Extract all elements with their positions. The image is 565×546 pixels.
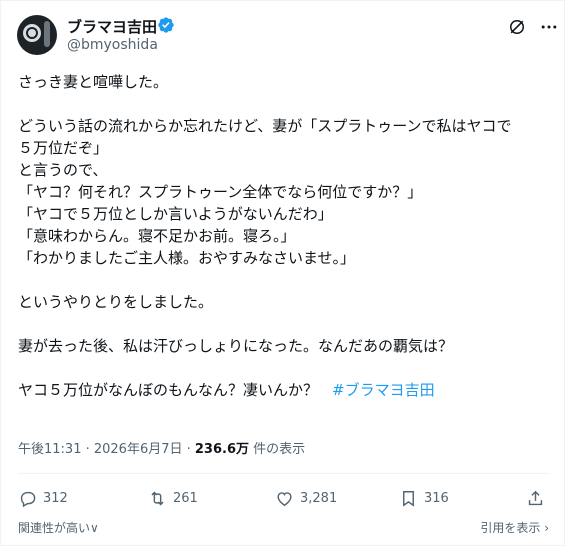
tweet-line: 妻が去った後、私は汗びっしょりになった。なんだあの覇気は？	[18, 337, 454, 355]
tweet-card: ブラマヨ吉田 @bmyoshida さっき妻と喧嘩した。 どういう話の流れからか…	[0, 0, 565, 546]
like-icon	[277, 491, 292, 506]
tweet-meta: 午後11:31 · 2026年6月7日 · 236.6万 件の表示	[18, 438, 305, 457]
tweet-line: ヤコ５万位がなんぼのもんなん？凄いんか？	[18, 381, 319, 399]
bookmark-icon	[403, 490, 414, 507]
avatar[interactable]	[17, 15, 57, 55]
view-quotes-link[interactable]: 引用を表示 ›	[480, 519, 549, 536]
share-icon	[528, 490, 543, 505]
reply-count: 312	[43, 490, 68, 506]
views-count: 236.6万	[194, 442, 250, 457]
share-button[interactable]	[526, 487, 551, 509]
bookmark-button[interactable]: 316	[399, 487, 449, 509]
action-bar: 312 261 3,281 316	[18, 487, 549, 509]
tweet-line: と言うので、	[18, 161, 108, 179]
tweet-line: ５万位だぞ」	[18, 139, 109, 157]
views-suffix: 件の表示	[249, 442, 306, 457]
tweet-line: どういう話の流れからか忘れたけど、妻が「スプラトゥーンで私はヤコで	[18, 117, 512, 135]
reply-button[interactable]: 312	[18, 487, 68, 509]
grok-icon[interactable]	[507, 17, 527, 37]
reply-footer: 関連性が高い∨ 引用を表示 ›	[18, 519, 549, 539]
repost-button[interactable]: 261	[148, 487, 198, 509]
bookmark-count: 316	[424, 490, 449, 506]
tweet-line: というやりとりをしました。	[18, 293, 214, 311]
divider	[18, 473, 549, 474]
display-name[interactable]: ブラマヨ吉田	[67, 16, 157, 37]
reply-icon	[20, 491, 36, 507]
avatar-detail	[44, 21, 50, 47]
like-count: 3,281	[300, 490, 338, 506]
tweet-text: さっき妻と喧嘩した。 どういう話の流れからか忘れたけど、妻が「スプラトゥーンで私…	[18, 71, 550, 401]
tweet-line: 「意味わからん。寝不足かお前。寝ろ。」	[18, 227, 296, 245]
user-handle[interactable]: @bmyoshida	[67, 37, 158, 53]
tweet-line: 「ヤコ？何それ？スプラトゥーン全体でなら何位ですか？」	[18, 183, 423, 201]
repost-icon	[151, 491, 164, 505]
tweet-header: ブラマヨ吉田 @bmyoshida	[17, 15, 557, 59]
tweet-line: 「わかりましたご主人様。おやすみなさいませ。」	[18, 249, 356, 267]
repost-count: 261	[173, 490, 198, 506]
sort-replies-dropdown[interactable]: 関連性が高い∨	[18, 519, 99, 536]
more-icon[interactable]	[539, 17, 559, 37]
like-button[interactable]: 3,281	[275, 487, 337, 509]
tweet-line: さっき妻と喧嘩した。	[18, 73, 169, 91]
tweet-last-line: ヤコ５万位がなんぼのもんなん？凄いんか？ #ブラマヨ吉田	[18, 379, 550, 401]
tweet-line: 「ヤコで５万位としか言いようがないんだわ」	[18, 205, 333, 223]
verified-badge-icon	[158, 17, 174, 33]
hashtag-link[interactable]: #ブラマヨ吉田	[332, 381, 435, 399]
avatar-center	[28, 29, 36, 37]
timestamp[interactable]: 午後11:31 · 2026年6月7日 ·	[18, 442, 195, 457]
